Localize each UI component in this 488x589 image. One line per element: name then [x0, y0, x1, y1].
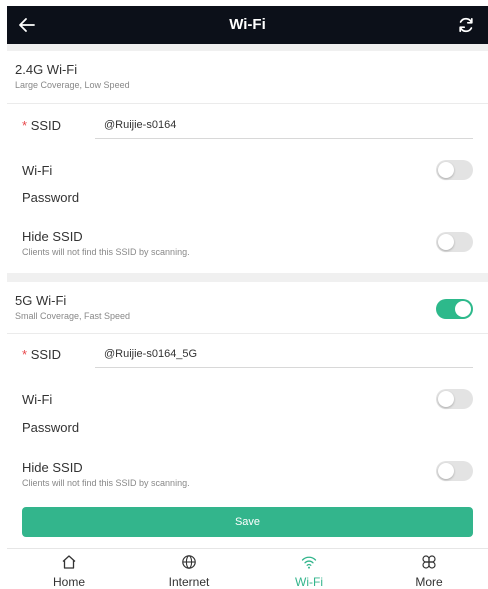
ssid-label: * SSID [22, 118, 61, 133]
wifi-password-label-line2: Password [22, 190, 80, 205]
band-5g-enable-toggle[interactable] [436, 299, 473, 319]
ssid-label-text: SSID [30, 118, 62, 133]
hide-ssid-24g-toggle[interactable] [436, 232, 473, 252]
tab-wifi-label: Wi-Fi [295, 575, 323, 589]
wifi-icon [301, 556, 317, 569]
page-title: Wi-Fi [229, 16, 266, 33]
section-gap [7, 44, 488, 51]
wifi-password-24g-toggle[interactable] [436, 160, 473, 180]
hide-ssid-5g-toggle[interactable] [436, 461, 473, 481]
section-gap [7, 273, 488, 282]
tab-internet[interactable]: Internet [149, 554, 229, 588]
tab-home-label: Home [52, 575, 85, 589]
band-24g-subtitle: Large Coverage, Low Speed [15, 80, 130, 90]
save-button[interactable]: Save [22, 507, 473, 537]
refresh-icon[interactable] [456, 15, 476, 35]
toggle-knob [455, 301, 471, 317]
bottom-tab-bar: Home Internet Wi-Fi More [7, 548, 488, 588]
tab-home[interactable]: Home [29, 554, 109, 588]
hide-ssid-label: Hide SSID [22, 229, 83, 244]
hide-ssid-hint: Clients will not find this SSID by scann… [22, 247, 190, 257]
divider [7, 333, 488, 334]
tab-internet-label: Internet [168, 575, 210, 589]
band-24g-title: 2.4G Wi-Fi [15, 62, 78, 77]
band-5g-subtitle: Small Coverage, Fast Speed [15, 311, 131, 321]
divider [7, 103, 488, 104]
required-mark: * [22, 347, 28, 362]
home-icon [62, 555, 76, 569]
wifi-password-label-line1: Wi-Fi [22, 392, 53, 407]
toggle-knob [438, 391, 454, 407]
required-mark: * [22, 118, 28, 133]
toggle-knob [438, 162, 454, 178]
tab-more-label: More [415, 575, 443, 589]
ssid-label-text: SSID [30, 347, 62, 362]
wifi-password-label-line2: Password [22, 420, 80, 435]
band-5g-title: 5G Wi-Fi [15, 293, 67, 308]
toggle-knob [438, 463, 454, 479]
ssid-5g-input[interactable]: @Ruijie-s0164_5G [95, 340, 473, 368]
wifi-password-5g-toggle[interactable] [436, 389, 473, 409]
ssid-label: * SSID [22, 347, 61, 362]
more-icon [422, 555, 436, 569]
hide-ssid-hint: Clients will not find this SSID by scann… [22, 478, 190, 488]
ssid-24g-input[interactable]: @Ruijie-s0164 [95, 111, 473, 139]
globe-icon [182, 555, 196, 569]
tab-more[interactable]: More [389, 554, 469, 588]
toggle-knob [438, 234, 454, 250]
wifi-password-label-line1: Wi-Fi [22, 163, 53, 178]
hide-ssid-label: Hide SSID [22, 460, 83, 475]
tab-wifi[interactable]: Wi-Fi [269, 554, 349, 588]
app-header: Wi-Fi [7, 6, 488, 44]
